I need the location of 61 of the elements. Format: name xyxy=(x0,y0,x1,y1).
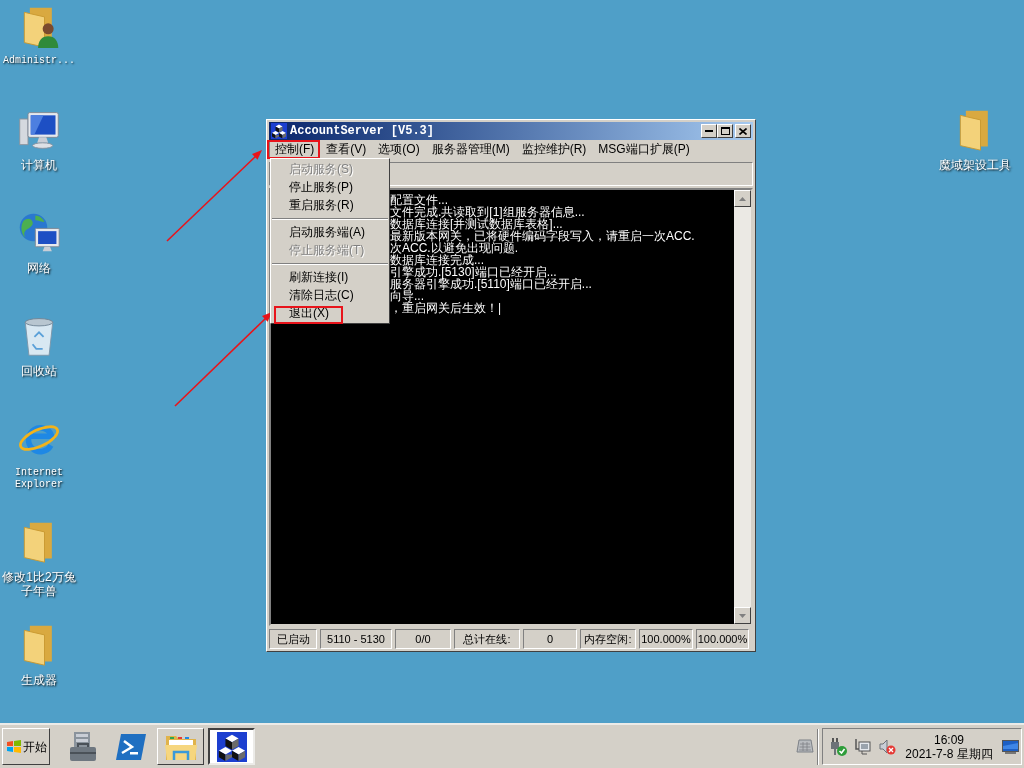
menu-item[interactable]: MSG端口扩展(P) xyxy=(592,141,696,158)
console-line: 向导... xyxy=(390,290,424,302)
scroll-up-button[interactable] xyxy=(734,190,751,207)
icon-label: 计算机 xyxy=(21,158,57,172)
icon-label: 魔域架设工具 xyxy=(939,158,1011,172)
status-panel: 0 xyxy=(523,629,577,649)
caret-up-icon xyxy=(739,196,746,201)
maximize-button[interactable] xyxy=(717,124,733,138)
console-line: 次ACC.以避免出现问题. xyxy=(390,242,518,254)
menu-item[interactable]: 查看(V) xyxy=(320,141,373,158)
icon-label: 网络 xyxy=(27,261,51,275)
scroll-down-button[interactable] xyxy=(734,607,751,624)
menu-item[interactable]: 服务器管理(M) xyxy=(425,141,516,158)
close-icon xyxy=(739,127,747,135)
show-desktop-icon[interactable] xyxy=(1002,739,1019,754)
highlight-frame xyxy=(274,306,343,324)
taskbar-button[interactable] xyxy=(208,728,255,765)
icon-label: 回收站 xyxy=(21,364,57,378)
muted-speaker-icon[interactable] xyxy=(879,738,896,755)
console-line: ，重启网关后生效！| xyxy=(390,302,502,314)
status-panel: 100.000% xyxy=(696,629,749,649)
terminal-icon[interactable] xyxy=(115,732,147,761)
maximize-icon xyxy=(720,127,730,135)
status-panel: 5110 - 5130 xyxy=(320,629,392,649)
status-panel: 内存空闲: xyxy=(580,629,636,649)
console-line: 数据库连接完成... xyxy=(390,254,484,266)
scrollbar-track[interactable] xyxy=(734,190,751,624)
close-button[interactable] xyxy=(735,124,751,138)
app-icon xyxy=(271,123,287,139)
window-title: AccountServer [V5.3] xyxy=(290,123,435,140)
status-panel: 100.000% xyxy=(639,629,693,649)
caret-down-icon xyxy=(739,613,746,618)
minimize-button[interactable] xyxy=(701,124,717,138)
menu-item[interactable]: 启动服务端(A) xyxy=(271,223,389,241)
clock-time: 16:09 xyxy=(934,732,964,747)
windows-logo-icon xyxy=(5,738,22,755)
minimize-icon xyxy=(705,130,713,132)
menu-item[interactable]: 选项(O) xyxy=(372,141,426,158)
console-line: 引擎成功.[5130]端口已经开启... xyxy=(390,266,557,278)
icon-label: Administr... xyxy=(3,55,75,67)
clock-date: 2021-7-8 星期四 xyxy=(905,746,993,761)
console-line: 配置文件... xyxy=(390,194,448,206)
icon-label: 修改1比2万兔子年兽 xyxy=(1,570,77,598)
icon-label: 生成器 xyxy=(21,673,57,687)
menu-item[interactable]: 清除日志(C) xyxy=(271,286,389,304)
network-icon[interactable] xyxy=(854,738,871,755)
menu-item[interactable]: 监控维护(R) xyxy=(515,141,593,158)
status-panel: 0/0 xyxy=(395,629,451,649)
menu-item[interactable]: 停止服务(P) xyxy=(271,178,389,196)
plug-check-icon[interactable] xyxy=(830,737,847,756)
menu-item[interactable]: 刷新连接(I) xyxy=(271,268,389,286)
console-line: 服务器引擎成功.[5110]端口已经开启... xyxy=(390,278,592,290)
start-button[interactable]: 开始 xyxy=(2,728,50,765)
menu-item[interactable]: 重启服务(R) xyxy=(271,196,389,214)
icon-label: Internet Explorer xyxy=(14,467,64,491)
console-line: 数据库连接[并测试数据库表格]... xyxy=(390,218,563,230)
cubes-icon xyxy=(216,731,247,762)
console-line: 最新版本网关，已将硬件编码字段写入，请重启一次ACC. xyxy=(390,230,695,242)
status-panel: 总计在线: xyxy=(454,629,520,649)
console-line: 文件完成.共读取到[1]组服务器信息... xyxy=(390,206,585,218)
status-panel: 已启动 xyxy=(269,629,317,649)
